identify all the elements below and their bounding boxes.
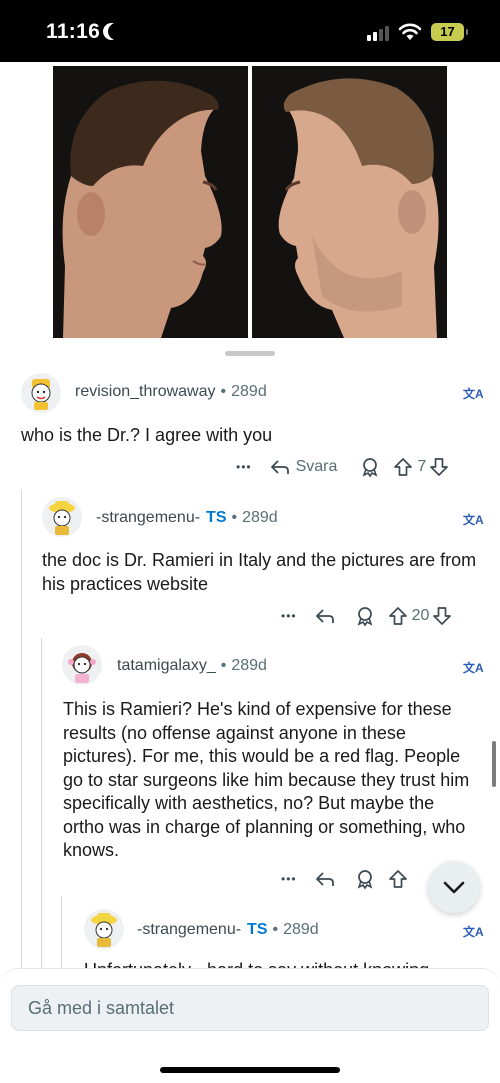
comment-username[interactable]: tatamigalaxy_ — [117, 657, 216, 675]
comment-body: This is Ramieri? He's kind of expensive … — [63, 699, 470, 860]
separator-dot: • — [220, 657, 227, 674]
separator-dot: • — [231, 509, 238, 526]
comment-header: -strangemenu- TS • 289d — [137, 921, 319, 939]
translate-icon[interactable]: 文A — [463, 659, 484, 676]
scrollbar[interactable] — [492, 741, 496, 787]
profile-photo-after — [252, 66, 447, 338]
reply-icon — [270, 460, 289, 474]
op-badge: TS — [247, 921, 268, 938]
vote-count: 20 — [411, 607, 430, 624]
upvote-icon[interactable] — [388, 869, 408, 889]
comment-age: 289d — [231, 657, 267, 674]
award-icon[interactable] — [354, 605, 376, 627]
vote-count: 7 — [417, 458, 427, 475]
post-image[interactable] — [0, 62, 500, 362]
reply-icon[interactable] — [314, 606, 336, 626]
upvote-icon[interactable] — [388, 606, 408, 626]
comment-username[interactable]: revision_throwaway — [75, 383, 216, 401]
comment-username[interactable]: -strangemenu- — [137, 921, 241, 939]
op-badge: TS — [206, 509, 227, 526]
comment-actions: ••• 20 — [281, 603, 452, 629]
more-icon[interactable]: ••• — [281, 609, 297, 623]
avatar[interactable] — [21, 373, 61, 413]
comment-age: 289d — [231, 383, 267, 400]
drag-handle[interactable] — [225, 351, 275, 356]
comment-header: -strangemenu- TS • 289d — [96, 509, 278, 527]
signal-icon — [367, 25, 391, 41]
separator-dot: • — [220, 383, 227, 400]
moon-icon — [108, 23, 125, 40]
avatar[interactable] — [62, 645, 102, 685]
home-indicator[interactable] — [160, 1067, 340, 1073]
chevron-down-icon — [443, 881, 465, 894]
comment-actions: ••• — [281, 866, 408, 892]
comment-body: the doc is Dr. Ramieri in Italy and the … — [42, 550, 477, 594]
comment-header: tatamigalaxy_ • 289d — [117, 657, 267, 675]
comment-actions: ••• Svara 7 — [236, 454, 449, 480]
upvote-icon[interactable] — [393, 457, 413, 477]
award-icon[interactable] — [354, 868, 376, 890]
reply-button[interactable]: Svara — [269, 457, 338, 477]
reply-label: Svara — [295, 458, 338, 475]
award-icon[interactable] — [359, 456, 381, 478]
status-time: 11:16 — [46, 20, 101, 43]
downvote-icon[interactable] — [429, 457, 449, 477]
translate-icon[interactable]: 文A — [463, 923, 484, 940]
comment-age: 289d — [242, 509, 278, 526]
comment-body: who is the Dr.? I agree with you — [21, 425, 273, 445]
comment-composer-bar: Gå med i samtalet — [0, 968, 500, 1083]
comment-header: revision_throwaway • 289d — [75, 383, 267, 401]
more-icon[interactable]: ••• — [236, 460, 252, 474]
comment-username[interactable]: -strangemenu- — [96, 509, 200, 527]
separator-dot: • — [272, 921, 279, 938]
join-conversation-input[interactable]: Gå med i samtalet — [11, 985, 489, 1031]
status-bar: 11:16 17 — [0, 0, 500, 62]
reply-icon[interactable] — [314, 869, 336, 889]
avatar[interactable] — [84, 909, 124, 949]
translate-icon[interactable]: 文A — [463, 385, 484, 402]
avatar[interactable] — [42, 497, 82, 537]
comment-age: 289d — [283, 921, 319, 938]
profile-photo-before — [53, 66, 248, 338]
next-comment-button[interactable] — [428, 861, 480, 913]
downvote-icon[interactable] — [432, 606, 452, 626]
translate-icon[interactable]: 文A — [463, 511, 484, 528]
wifi-icon — [398, 23, 422, 40]
more-icon[interactable]: ••• — [281, 872, 297, 886]
battery-icon: 17 — [431, 23, 468, 41]
